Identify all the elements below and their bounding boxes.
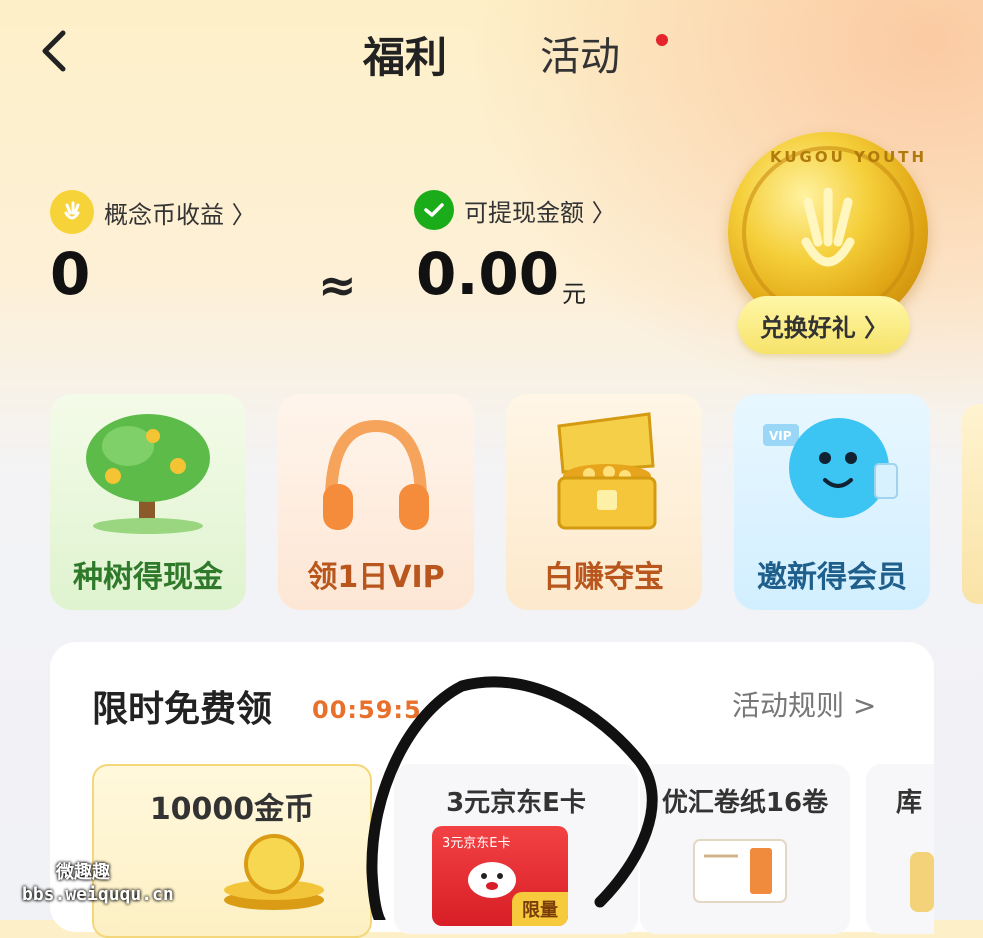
back-button[interactable]: [34, 26, 74, 76]
coin-earnings-label: 概念币收益 〉: [104, 200, 256, 229]
tile-invite[interactable]: VIP 邀新得会员: [734, 394, 930, 610]
prize-name: 10000金币: [149, 792, 315, 827]
gold-coins-icon: [224, 834, 324, 910]
withdrawable-label: 可提现金额 〉: [464, 198, 616, 227]
watermark: 微趣趣 bbs.weiququ.cn: [22, 858, 174, 905]
wechat-icon: [414, 190, 454, 230]
money-tree-icon: [73, 406, 223, 536]
tile-label: 邀新得会员: [757, 560, 907, 595]
headphones-icon: [301, 406, 451, 536]
watermark-line1: 微趣趣: [56, 862, 110, 883]
notification-dot: [656, 34, 668, 46]
currency-unit: 元: [562, 280, 586, 308]
coin-earnings-value: 0: [50, 240, 91, 308]
hand-drawn-circle: [366, 676, 658, 920]
prize-gold-coins[interactable]: 10000金币: [92, 764, 372, 938]
tile-label: 领1日VIP: [307, 560, 445, 595]
tile-label: 种树得现金: [73, 560, 223, 595]
tab-fuli[interactable]: 福利: [330, 24, 480, 85]
watermark-line2: bbs.weiququ.cn: [22, 884, 174, 905]
prize-tissue[interactable]: 优汇卷纸16卷: [640, 764, 850, 934]
activity-rules-link[interactable]: 活动规则 >: [732, 684, 876, 724]
tile-treasure[interactable]: 白赚夺宝: [506, 394, 702, 610]
vip-mascot-icon: VIP: [757, 406, 907, 536]
coin-icon: [50, 190, 94, 234]
svg-text:VIP: VIP: [769, 429, 792, 443]
prize-name: 库: [896, 788, 923, 818]
withdrawable-link[interactable]: 可提现金额 〉: [414, 190, 616, 230]
prize-partial-image: [910, 852, 934, 912]
tile-label: 白赚夺宝: [544, 560, 664, 595]
section-title: 限时免费领: [92, 689, 273, 730]
prize-partial[interactable]: 库: [866, 764, 934, 934]
tissue-pack-icon: [693, 839, 787, 903]
withdrawable-value: 0.00: [416, 240, 560, 308]
exchange-gifts-button[interactable]: 兑换好礼 〉: [738, 296, 910, 354]
approx-sign: ≈: [318, 258, 357, 312]
prize-name: 优汇卷纸16卷: [661, 788, 829, 818]
tab-activity[interactable]: 活动: [540, 24, 620, 82]
tile-plant-tree[interactable]: 种树得现金: [50, 394, 246, 610]
treasure-chest-icon: [529, 406, 679, 536]
tile-partial-next[interactable]: [962, 404, 983, 604]
coin-earnings-link[interactable]: 概念币收益 〉: [50, 190, 256, 234]
medal-text: KUGOU YOUTH: [770, 148, 928, 166]
tile-vip-day[interactable]: 领1日VIP: [278, 394, 474, 610]
chevron-left-icon: [42, 30, 66, 72]
